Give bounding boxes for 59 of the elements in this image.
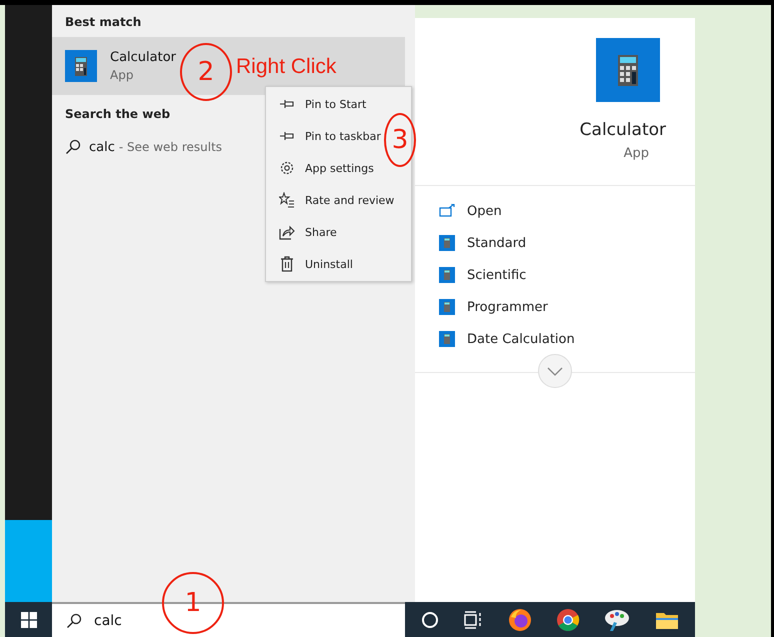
result-title: Calculator (110, 50, 176, 65)
action-label: Open (467, 204, 502, 218)
menu-item[interactable]: Rate and review (266, 191, 394, 209)
start-button[interactable] (5, 602, 52, 637)
menu-item[interactable]: Uninstall (266, 255, 353, 273)
result-subtitle: App (110, 68, 134, 82)
menu-label: Rate and review (305, 194, 394, 206)
pin-icon (279, 99, 295, 109)
menu-item[interactable]: Pin to taskbar (266, 127, 381, 145)
annotation-note: Right Click (236, 55, 336, 79)
menu-label: Pin to taskbar (305, 130, 381, 142)
search-text: calc (94, 612, 122, 628)
calculator-icon (596, 38, 660, 102)
section-heading: Best match (64, 15, 142, 31)
action-item[interactable]: Date Calculation (439, 330, 695, 348)
search-icon (66, 612, 82, 628)
app-subtitle: App (624, 146, 649, 161)
browser-icon[interactable] (508, 608, 532, 632)
star-list-icon (279, 192, 295, 208)
annotation-number: 2 (180, 43, 232, 101)
circle-icon[interactable] (421, 610, 440, 628)
annotation-number: 3 (384, 113, 416, 167)
palette-icon[interactable] (604, 608, 630, 632)
windows-icon (20, 612, 36, 628)
calculator-icon (65, 50, 97, 82)
calculator-icon (439, 299, 455, 315)
search-icon (65, 139, 81, 155)
open-window-icon (439, 204, 455, 218)
calculator-icon (439, 235, 455, 251)
browser-icon[interactable] (556, 608, 580, 632)
app-title: Calculator (580, 120, 666, 140)
chevron-down-icon (547, 366, 563, 376)
share-icon (279, 224, 295, 240)
action-item[interactable]: Standard (439, 234, 695, 252)
calculator-icon (439, 331, 455, 347)
pin-icon (279, 131, 295, 141)
menu-label: App settings (305, 162, 374, 174)
action-label: Programmer (467, 300, 548, 314)
section-heading: Search the web (64, 106, 170, 123)
calculator-icon (439, 267, 455, 283)
action-label: Date Calculation (467, 332, 575, 346)
action-label: Standard (467, 236, 526, 250)
action-item[interactable]: Open (439, 202, 695, 220)
task-view-icon[interactable] (463, 610, 484, 628)
menu-item[interactable]: Pin to Start (266, 95, 366, 113)
trash-icon (279, 256, 295, 272)
web-query: calc (89, 140, 115, 154)
annotation-number: 1 (162, 572, 224, 634)
web-result[interactable]: calc - See web results (52, 129, 236, 165)
menu-label: Uninstall (305, 258, 353, 270)
menu-item[interactable]: Share (266, 223, 337, 241)
settings-icon (279, 160, 295, 176)
menu-label: Share (305, 226, 337, 238)
menu-label: Pin to Start (305, 98, 366, 110)
menu-item[interactable]: App settings (266, 159, 374, 177)
web-hint: - See web results (118, 140, 222, 154)
action-label: Scientific (467, 268, 526, 282)
action-item[interactable]: Programmer (439, 298, 695, 316)
action-item[interactable]: Scientific (439, 266, 695, 284)
